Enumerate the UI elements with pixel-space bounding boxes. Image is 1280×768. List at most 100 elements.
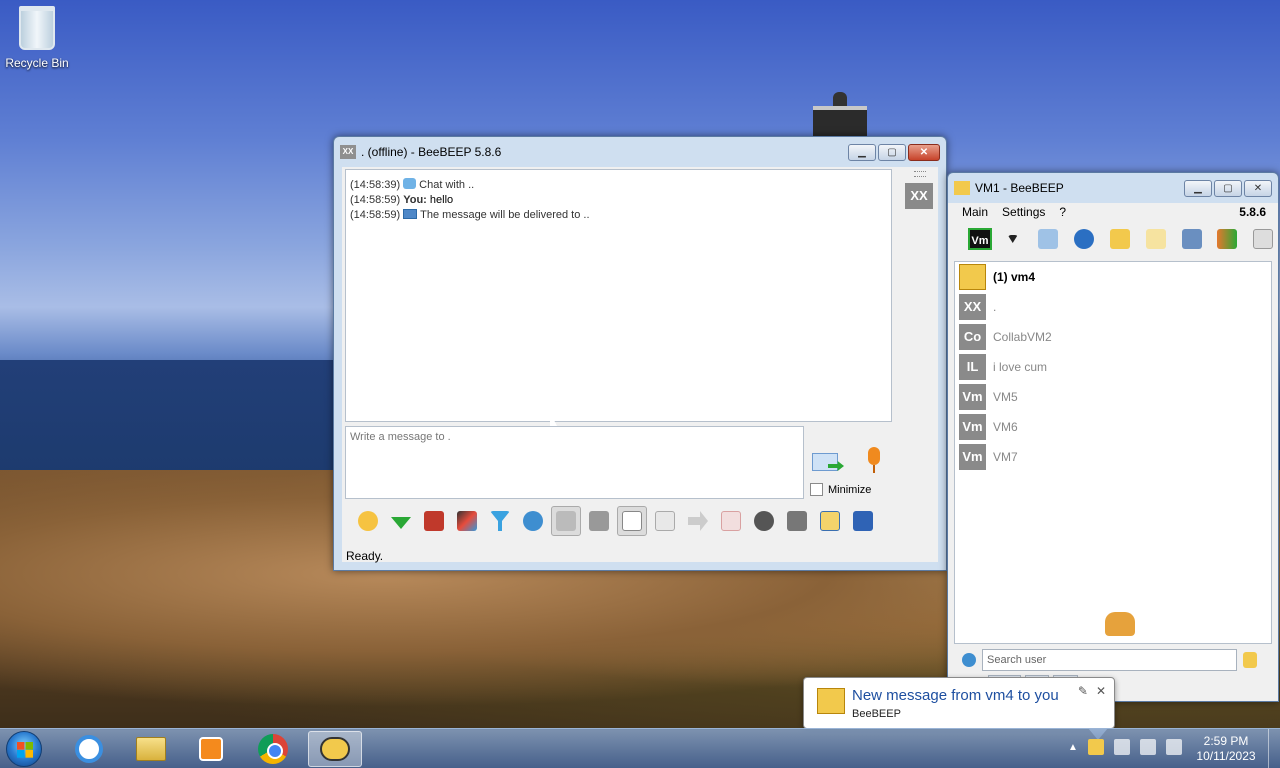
clear-search-icon[interactable] bbox=[1243, 652, 1257, 668]
status-badge[interactable]: Vm bbox=[968, 228, 992, 250]
font-icon bbox=[424, 511, 444, 531]
tools-icon bbox=[1181, 229, 1202, 249]
show-hidden-icons[interactable]: ▲ bbox=[1068, 742, 1078, 753]
menu-main[interactable]: Main bbox=[962, 205, 988, 219]
emoticon-button[interactable] bbox=[353, 506, 383, 536]
note-icon bbox=[622, 511, 642, 531]
start-button[interactable] bbox=[6, 731, 42, 767]
avatar: Vm bbox=[959, 384, 986, 410]
status-bar: Ready. bbox=[346, 549, 384, 563]
menu-help[interactable]: ? bbox=[1059, 205, 1066, 219]
chat-message: (14:58:39) Chat with .. bbox=[350, 178, 475, 191]
list-item[interactable]: (1) vm4 bbox=[955, 262, 1271, 292]
font-size-button[interactable] bbox=[584, 506, 614, 536]
chat-log[interactable]: (14:58:39) Chat with .. (14:58:59) You: h… bbox=[345, 169, 892, 422]
filter-button[interactable] bbox=[485, 506, 515, 536]
list-item[interactable]: Co CollabVM2 bbox=[955, 322, 1271, 352]
calendar-icon bbox=[787, 511, 807, 531]
edit-button[interactable] bbox=[815, 506, 845, 536]
minimize-button[interactable]: ▁ bbox=[848, 143, 876, 161]
maximize-button[interactable]: ▢ bbox=[1214, 179, 1242, 197]
windows-logo-icon bbox=[17, 742, 33, 758]
send-file-button[interactable] bbox=[650, 506, 680, 536]
list-item[interactable]: Vm VM6 bbox=[955, 412, 1271, 442]
minimize-button[interactable]: ▁ bbox=[1184, 179, 1212, 197]
chat-bubble-icon bbox=[403, 178, 417, 189]
notification-toast[interactable]: New message from vm4 to you BeeBEEP ✎ ✕ bbox=[803, 677, 1115, 740]
update-button[interactable] bbox=[1212, 224, 1242, 254]
taskbar-file-explorer[interactable] bbox=[124, 731, 178, 767]
notification-title: New message from vm4 to you bbox=[852, 687, 1059, 704]
update-icon bbox=[1217, 229, 1238, 249]
settings-button[interactable] bbox=[518, 506, 548, 536]
desktop-icon-recycle-bin[interactable]: Recycle Bin bbox=[4, 6, 70, 70]
settings-gear-icon[interactable] bbox=[962, 653, 976, 667]
side-panel-grip[interactable] bbox=[914, 171, 926, 177]
maximize-button[interactable]: ▢ bbox=[878, 143, 906, 161]
beebeep-tray-icon[interactable] bbox=[1087, 739, 1104, 755]
record-button[interactable] bbox=[749, 506, 779, 536]
users-icon bbox=[1105, 612, 1135, 636]
send-button[interactable] bbox=[812, 449, 846, 473]
list-item[interactable]: XX . bbox=[955, 292, 1271, 322]
taskbar-internet-explorer[interactable] bbox=[62, 731, 116, 767]
chat-window-titlebar[interactable]: XX . (offline) - BeeBEEP 5.8.6 ▁ ▢ ✕ bbox=[334, 137, 946, 167]
forward-button[interactable] bbox=[683, 506, 713, 536]
taskbar-chrome[interactable] bbox=[246, 731, 300, 767]
list-item[interactable]: Vm VM5 bbox=[955, 382, 1271, 412]
message-input[interactable]: Write a message to . bbox=[345, 426, 804, 499]
filter-icon bbox=[490, 511, 510, 531]
settings-gears-icon bbox=[523, 511, 543, 531]
clock-date: 10/11/2023 bbox=[1196, 749, 1256, 763]
profile-button[interactable] bbox=[1034, 224, 1064, 254]
show-desktop-button[interactable] bbox=[1268, 729, 1280, 768]
main-window-titlebar[interactable]: VM1 - BeeBEEP ▁ ▢ ✕ bbox=[948, 173, 1278, 203]
version-label: 5.8.6 bbox=[1239, 205, 1266, 219]
taskbar-media-player[interactable] bbox=[184, 731, 238, 767]
search-input[interactable]: Search user bbox=[982, 649, 1237, 671]
spellcheck-button[interactable] bbox=[551, 506, 581, 536]
voice-message-button[interactable] bbox=[864, 447, 884, 477]
status-dropdown-button[interactable] bbox=[998, 224, 1028, 254]
menu-settings[interactable]: Settings bbox=[1002, 205, 1045, 219]
note-button[interactable] bbox=[617, 506, 647, 536]
save-button[interactable] bbox=[848, 506, 878, 536]
save-icon bbox=[853, 511, 873, 531]
avatar: Vm bbox=[959, 414, 986, 440]
close-icon[interactable]: ✕ bbox=[1096, 684, 1106, 698]
close-button[interactable]: ✕ bbox=[908, 143, 940, 161]
taskbar: ▲ 2:59 PM 10/11/2023 bbox=[0, 728, 1280, 768]
clear-button[interactable] bbox=[1248, 224, 1278, 254]
emoticon-dropdown-button[interactable] bbox=[386, 506, 416, 536]
list-item[interactable]: Vm VM7 bbox=[955, 442, 1271, 472]
close-button[interactable]: ✕ bbox=[1244, 179, 1272, 197]
volume-muted-icon[interactable] bbox=[1165, 739, 1182, 755]
settings-icon[interactable]: ✎ bbox=[1078, 684, 1088, 698]
chat-toolbar bbox=[345, 503, 937, 539]
minimize-checkbox[interactable] bbox=[810, 483, 823, 496]
desktop-icon-label: Recycle Bin bbox=[5, 56, 69, 70]
color-button[interactable] bbox=[452, 506, 482, 536]
minimize-option[interactable]: Minimize bbox=[810, 483, 871, 496]
chat-window: XX . (offline) - BeeBEEP 5.8.6 ▁ ▢ ✕ (14… bbox=[333, 136, 947, 571]
tools-button[interactable] bbox=[1177, 224, 1207, 254]
messages-button[interactable] bbox=[1105, 224, 1135, 254]
envelope-icon bbox=[1110, 229, 1131, 249]
font-button[interactable] bbox=[419, 506, 449, 536]
html-button[interactable] bbox=[716, 506, 746, 536]
action-center-icon[interactable] bbox=[1113, 739, 1130, 755]
network-tray-icon[interactable] bbox=[1139, 739, 1156, 755]
chat-message: (14:58:59) The message will be delivered … bbox=[350, 209, 590, 221]
main-window-title: VM1 - BeeBEEP bbox=[975, 181, 1064, 195]
network-button[interactable] bbox=[1069, 224, 1099, 254]
forward-icon bbox=[688, 511, 708, 531]
internet-explorer-icon bbox=[75, 735, 103, 763]
calendar-button[interactable] bbox=[782, 506, 812, 536]
list-item[interactable]: IL i love cum bbox=[955, 352, 1271, 382]
minimize-label: Minimize bbox=[828, 483, 872, 496]
write-button[interactable] bbox=[1141, 224, 1171, 254]
avatar: Vm bbox=[959, 444, 986, 470]
system-clock[interactable]: 2:59 PM 10/11/2023 bbox=[1196, 734, 1256, 764]
html-icon bbox=[721, 511, 741, 531]
taskbar-beebeep[interactable] bbox=[308, 731, 362, 767]
